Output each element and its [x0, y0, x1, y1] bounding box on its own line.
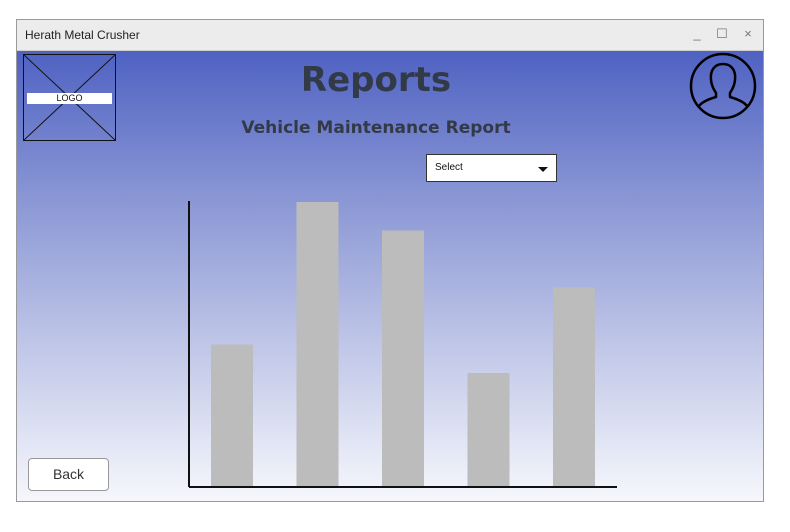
back-button[interactable]: Back — [28, 458, 109, 491]
main-content: LOGO Reports Vehicle Maintenance Report … — [17, 51, 763, 501]
chart-bar — [382, 230, 424, 487]
chart-bar — [553, 287, 595, 487]
page-title: Reports — [300, 60, 452, 100]
close-button[interactable]: × — [740, 26, 756, 41]
report-subtitle: Vehicle Maintenance Report — [241, 118, 511, 138]
dropdown-selected-value: Select — [435, 162, 463, 173]
user-avatar-icon[interactable] — [689, 52, 757, 120]
app-window: Herath Metal Crusher _ ☐ × LOGO Reports … — [16, 19, 764, 502]
maintenance-bar-chart — [188, 201, 617, 488]
window-title: Herath Metal Crusher — [25, 28, 140, 42]
chart-bar — [211, 344, 253, 487]
chevron-down-icon — [538, 167, 548, 172]
title-bar: Herath Metal Crusher _ ☐ × — [17, 20, 763, 51]
report-filter-dropdown[interactable]: Select — [426, 154, 557, 182]
maximize-button[interactable]: ☐ — [714, 26, 730, 42]
minimize-button[interactable]: _ — [689, 26, 705, 41]
chart-bar — [467, 373, 510, 487]
chart-bar — [296, 202, 339, 487]
